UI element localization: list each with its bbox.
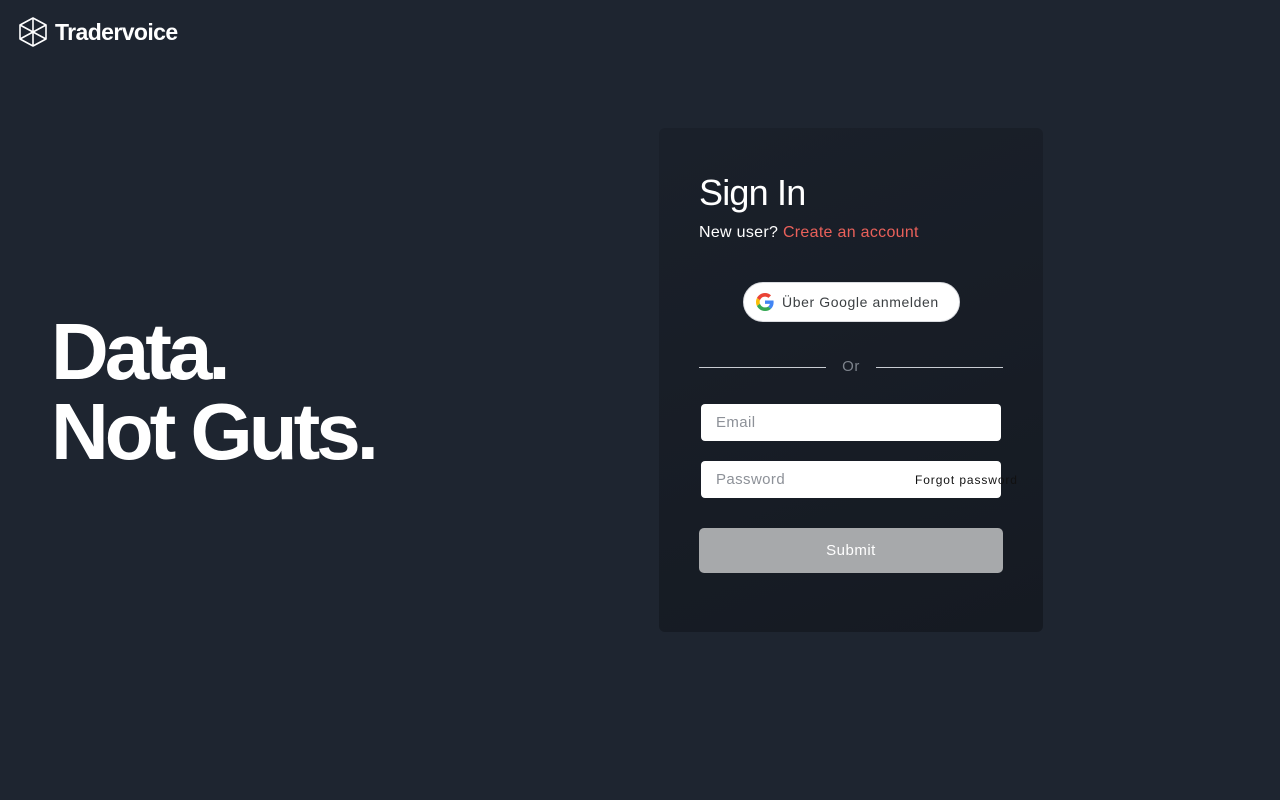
tradervoice-logo-icon [19,17,47,47]
google-button-label: Über Google anmelden [782,294,939,310]
hero-line-1: Data. [51,307,231,396]
sign-in-title: Sign In [699,172,806,213]
hero-tagline: Data. Not Guts. [51,307,379,476]
forgot-password-link[interactable]: Forgot password [915,473,1032,487]
submit-button[interactable]: Submit [699,528,1003,573]
create-account-link[interactable]: Create an account [783,224,919,241]
email-field-wrapper [701,404,1001,441]
new-user-text: New user? [699,224,779,241]
brand-logo[interactable]: Tradervoice [17,16,178,48]
google-sign-in-button[interactable]: Über Google anmelden [743,282,960,322]
divider-line-right [876,367,1003,368]
sign-in-page: Tradervoice Data. Not Guts. Sign In New … [0,0,1280,800]
email-field[interactable] [701,404,1001,441]
password-field-wrapper: Forgot password [701,461,1017,498]
new-user-prompt: New user? Create an account [699,224,919,242]
google-g-icon [756,293,774,311]
password-field[interactable] [701,461,915,498]
sign-in-card: Sign In New user? Create an account Über… [659,128,1043,632]
or-divider: Or [699,356,1003,376]
brand-name: Tradervoice [55,18,178,45]
hero-line-2: Not Guts. [51,387,379,476]
